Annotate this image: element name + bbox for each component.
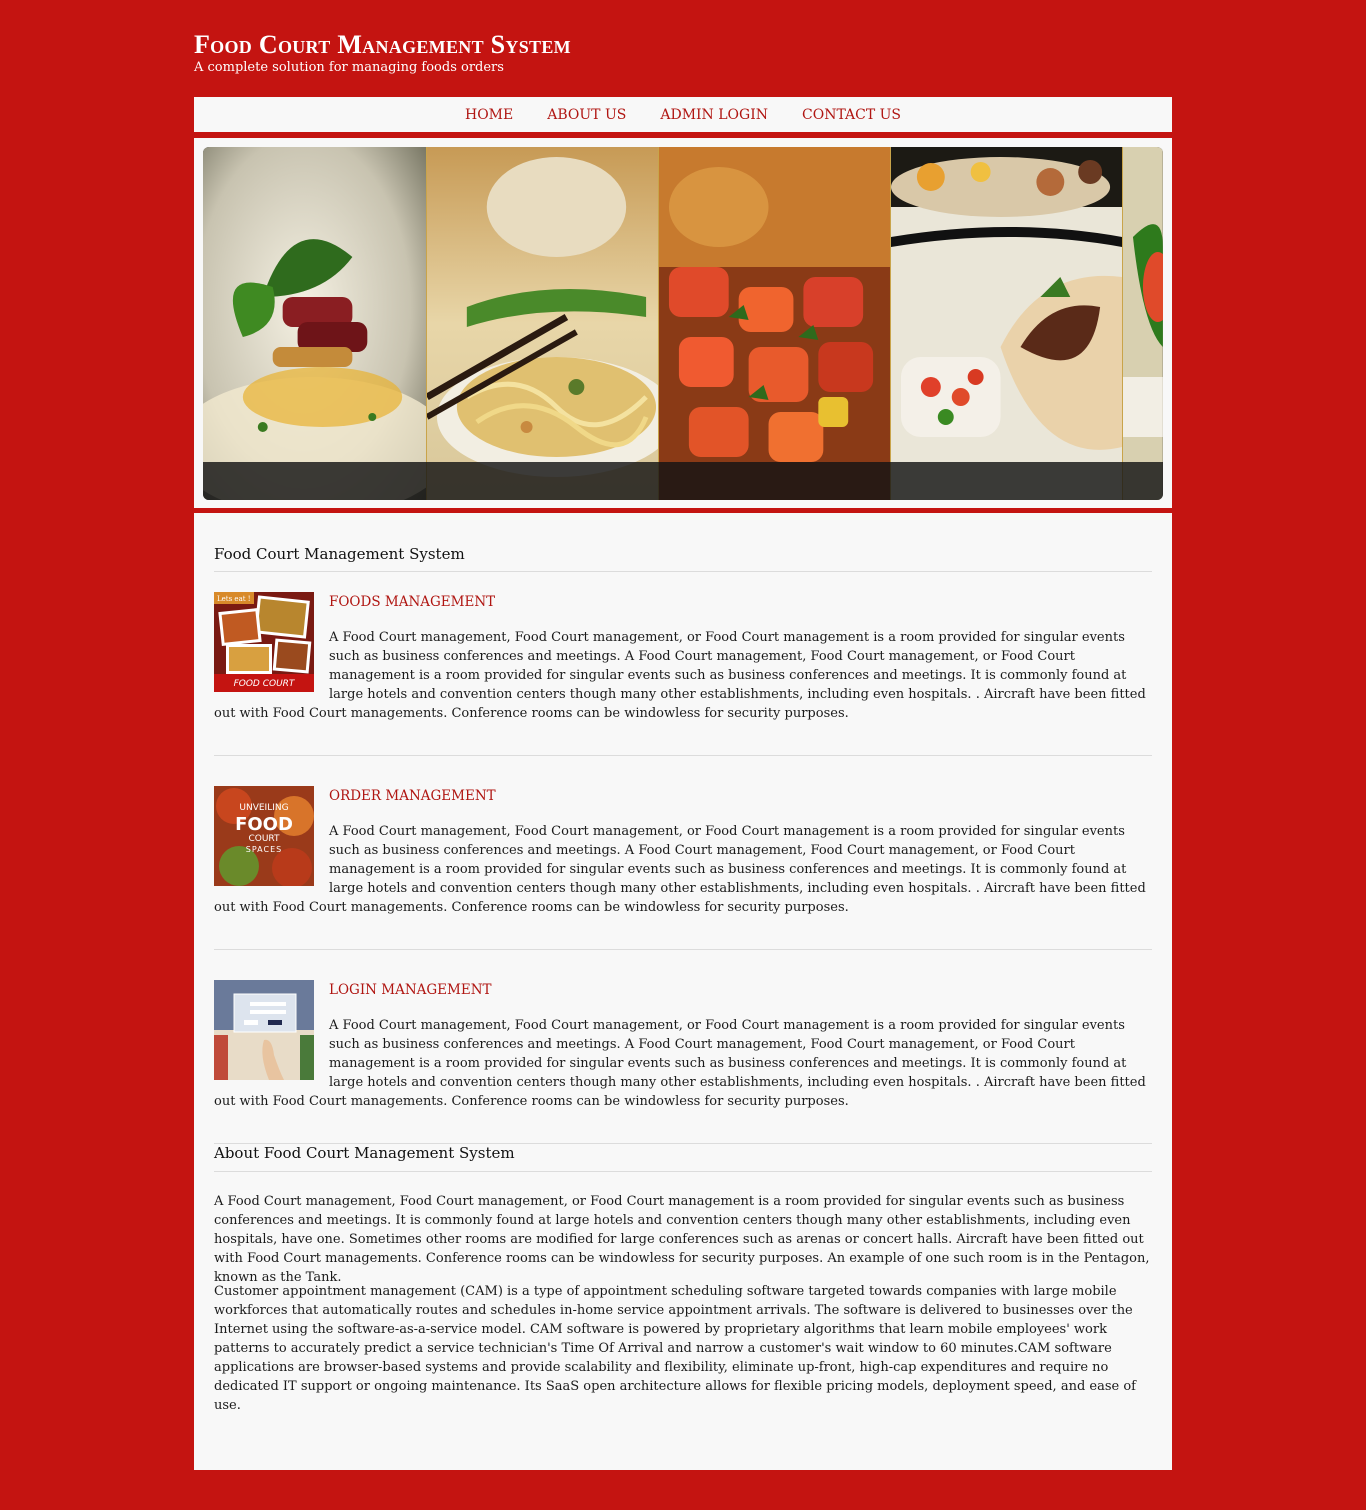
divider [214, 1171, 1152, 1172]
order-management-text: A Food Court management, Food Court mana… [214, 824, 1146, 915]
thumb-lets-eat-text: Lets eat ! [217, 595, 251, 603]
banner-caption-bar [203, 462, 1163, 500]
food-banner-slideshow [203, 147, 1163, 500]
order-management-link[interactable]: ORDER MANAGEMENT [214, 788, 1152, 804]
banner-panel-tomato-salad [659, 147, 892, 500]
feature-order-management: UNVEILING FOOD COURT SPACES ORDER MANAGE… [214, 786, 1152, 917]
thumb-food-court-text: FOOD COURT [234, 679, 296, 689]
divider [214, 949, 1152, 950]
about-section-title: About Food Court Management System [214, 1144, 515, 1162]
feature-login-management: LOGIN MANAGEMENT A Food Court management… [214, 980, 1152, 1111]
nav-home-link[interactable]: HOME [465, 107, 513, 123]
nav-contact-link[interactable]: CONTACT US [802, 107, 901, 123]
thumb-spaces-text: SPACES [246, 845, 282, 854]
main-nav: HOME ABOUT US ADMIN LOGIN CONTACT US [194, 97, 1172, 135]
site-header: Food Court Management System A complete … [194, 30, 1172, 76]
foods-management-thumbnail: Lets eat ! FOOD COURT [214, 592, 314, 692]
banner-panel-noodles [427, 147, 660, 500]
about-paragraph: A Food Court management, Food Court mana… [214, 1194, 1150, 1285]
login-management-link[interactable]: LOGIN MANAGEMENT [214, 982, 1152, 998]
site-tagline: A complete solution for managing foods o… [194, 60, 504, 75]
main-section-title: Food Court Management System [214, 545, 465, 563]
nav-about-link[interactable]: ABOUT US [547, 107, 626, 123]
thumb-unveiling-text: UNVEILING [239, 803, 288, 813]
site-title: Food Court Management System [194, 30, 571, 59]
login-management-text: A Food Court management, Food Court mana… [214, 1018, 1146, 1109]
about-paragraph: Customer appointment management (CAM) is… [214, 1284, 1136, 1413]
divider [214, 755, 1152, 756]
nav-admin-login-link[interactable]: ADMIN LOGIN [660, 107, 768, 123]
order-management-thumbnail: UNVEILING FOOD COURT SPACES [214, 786, 314, 886]
thumb-food-text: FOOD [235, 814, 293, 835]
main-content: Food Court Management System Lets eat ! … [194, 513, 1172, 1470]
banner-panel-tuna [203, 147, 428, 500]
divider [214, 571, 1152, 572]
foods-management-link[interactable]: FOODS MANAGEMENT [214, 594, 1152, 610]
banner-panel-partial [1123, 147, 1163, 500]
feature-foods-management: Lets eat ! FOOD COURT FOODS MANAGEMENT A… [214, 592, 1152, 723]
banner-panel-wrap [891, 147, 1124, 500]
foods-management-text: A Food Court management, Food Court mana… [214, 630, 1146, 721]
thumb-court-text: COURT [248, 834, 280, 844]
login-management-thumbnail [214, 980, 314, 1080]
banner-section [194, 138, 1172, 513]
